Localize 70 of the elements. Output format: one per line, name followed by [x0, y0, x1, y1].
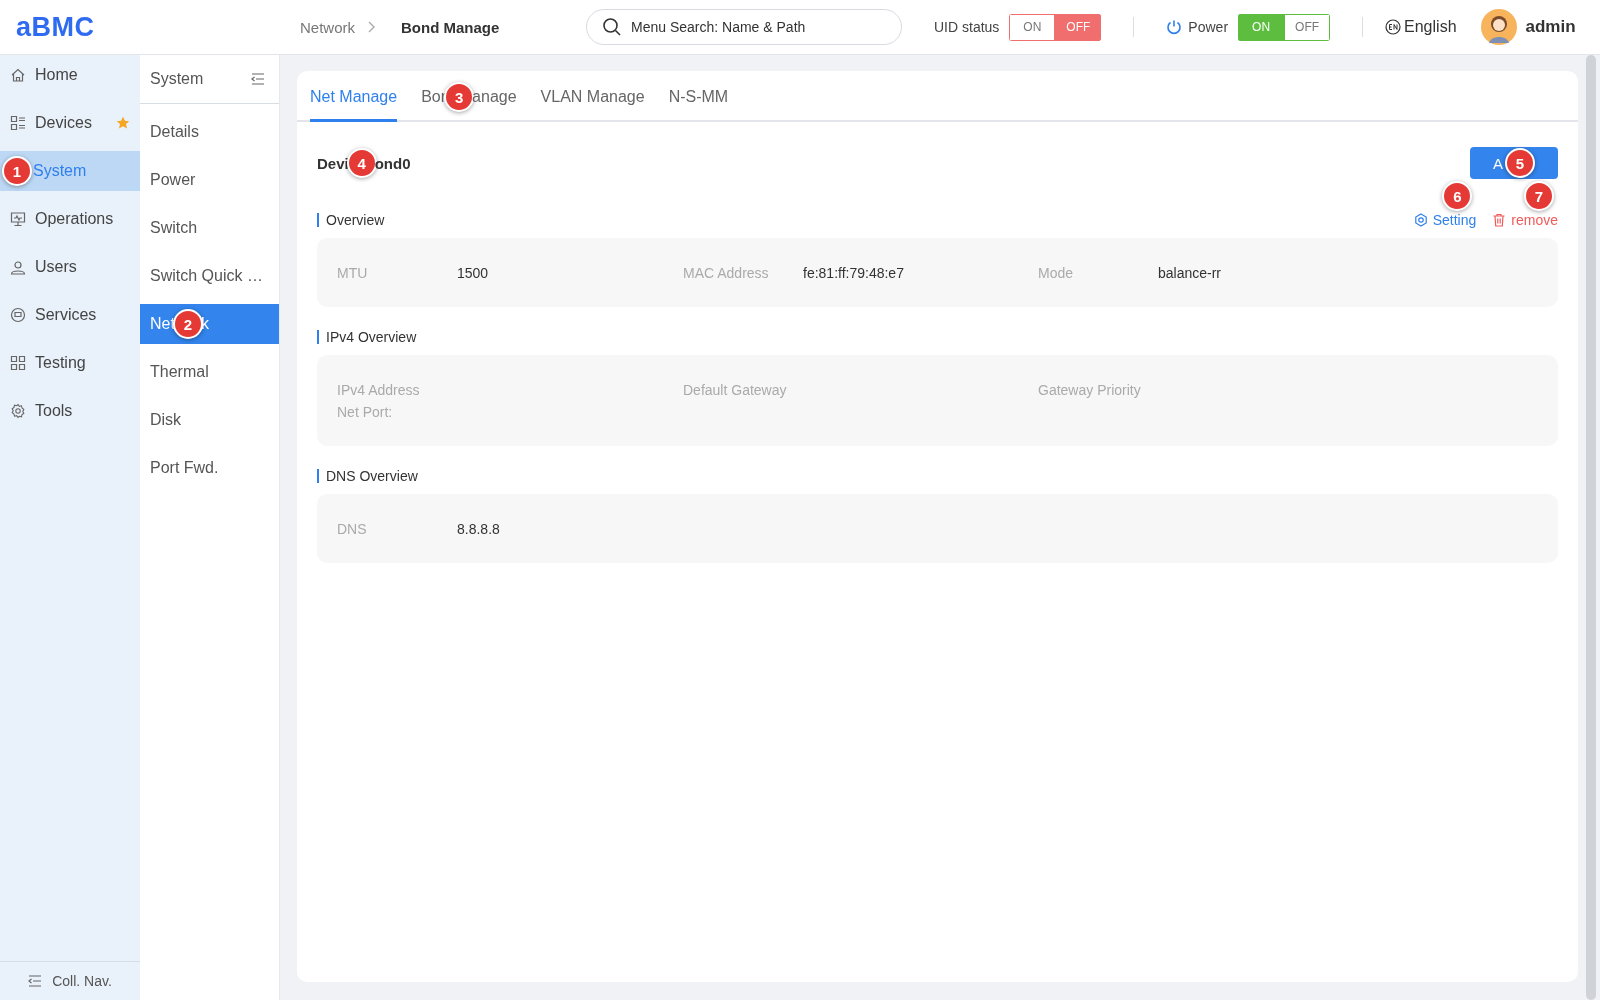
switch-label: Power [1188, 19, 1229, 35]
submenu-item[interactable]: Details [140, 112, 279, 152]
user-name[interactable]: admin [1525, 17, 1576, 37]
search-field[interactable]: Menu Search: Name & Path [586, 9, 902, 45]
submenu-item[interactable]: Thermal [140, 352, 279, 392]
nav-item[interactable]: Home [0, 55, 140, 95]
toggle-option[interactable]: OFF [1284, 13, 1331, 41]
add-button[interactable]: A 5 [1470, 147, 1558, 179]
monitor-icon [10, 211, 26, 227]
breadcrumb-link[interactable]: Network [300, 18, 355, 36]
tab[interactable]: VLAN Manage [540, 75, 645, 122]
nav-item[interactable]: Devices [0, 103, 140, 143]
field-label: Mode [1038, 265, 1075, 281]
logo: aBMC [16, 11, 96, 43]
settings-icon [10, 403, 26, 419]
trash-icon [1492, 213, 1507, 227]
nav-item[interactable]: 1 System [0, 151, 140, 191]
tab[interactable]: N-S-MM [668, 75, 729, 122]
field-label: IPv4 Address [337, 382, 421, 398]
search-icon [602, 17, 622, 37]
list-icon [10, 115, 26, 131]
home-icon [10, 67, 26, 83]
callout-badge: 6 [1442, 181, 1473, 211]
submenu-item[interactable]: Switch Quick … [140, 256, 279, 296]
field-label: MAC Address [683, 265, 770, 281]
field-value: fe:81:ff:79:48:e7 [803, 265, 904, 281]
field-value: 8.8.8.8 [457, 521, 500, 537]
section-title: IPv4 Overview [317, 330, 417, 344]
device-title: Devi [317, 154, 349, 172]
chevron-icon [367, 21, 375, 33]
submenu-item[interactable]: Disk [140, 400, 279, 440]
language-icon [1385, 19, 1402, 35]
nav-item[interactable]: Testing [0, 343, 140, 383]
field-label: MTU [337, 265, 369, 281]
field-value: balance-rr [1158, 265, 1222, 281]
chat-icon [10, 307, 26, 323]
section-title: Overview [317, 213, 385, 227]
callout-badge: 1 [2, 156, 32, 186]
grid-icon [10, 355, 26, 371]
submenu-item[interactable]: Power [140, 160, 279, 200]
tab[interactable]: Bor 3 anage [421, 75, 517, 122]
field-label: Net Port: [337, 404, 394, 420]
toggle-option[interactable]: ON [1009, 13, 1056, 41]
scrollbar[interactable] [1586, 55, 1596, 1000]
settings-icon [1413, 213, 1428, 227]
tab[interactable]: Net Manage [310, 75, 398, 122]
submenu-title: System [150, 70, 204, 88]
callout-badge: 7 [1524, 181, 1554, 211]
power-icon [1166, 19, 1183, 35]
collapse-icon [28, 975, 43, 987]
nav-item[interactable]: Services [0, 295, 140, 335]
submenu-item[interactable]: Net 2 k [140, 304, 279, 344]
avatar[interactable] [1480, 9, 1517, 45]
nav-item[interactable]: Tools [0, 391, 140, 431]
field-value: 1500 [457, 265, 489, 281]
switch-label: UID status [934, 19, 1000, 35]
users-icon [10, 259, 26, 275]
device-title: ond0 [374, 154, 411, 172]
field-label: Default Gateway [683, 382, 788, 398]
callout-badge: 5 [1505, 148, 1535, 178]
collapse-icon[interactable] [251, 73, 265, 85]
language-selector[interactable]: English [1385, 18, 1457, 36]
nav-item[interactable]: Operations [0, 199, 140, 239]
nav-item[interactable]: Users [0, 247, 140, 287]
field-label: DNS [337, 521, 368, 537]
section-title: DNS Overview [317, 469, 418, 483]
submenu-item[interactable]: Switch [140, 208, 279, 248]
breadcrumb-current: Bond Manage [401, 18, 500, 36]
submenu-item[interactable]: Port Fwd. [140, 448, 279, 488]
field-label: Gateway Priority [1038, 382, 1142, 398]
